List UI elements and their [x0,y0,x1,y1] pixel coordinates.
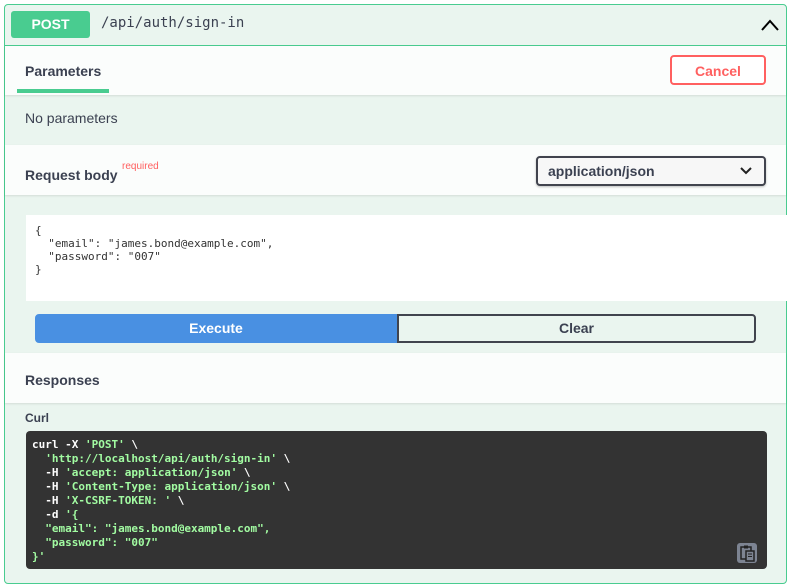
cancel-button[interactable]: Cancel [670,55,766,85]
content-type-value: application/json [548,163,655,179]
no-parameters-text: No parameters [25,110,118,126]
curl-token: \ [237,466,251,479]
curl-token: -H [32,480,66,493]
chevron-down-icon [740,167,752,175]
curl-token: -H [32,466,66,479]
responses-header: Responses [5,353,786,403]
operation-path: /api/auth/sign-in [101,15,245,31]
curl-token: \ [124,438,138,451]
curl-token: curl -X [32,438,85,451]
curl-code: curl -X 'POST' \ 'http://localhost/api/a… [32,438,290,564]
clipboard-icon[interactable] [737,543,757,563]
curl-label: Curl [25,411,49,425]
curl-token: 'Content-Type: application/json' [65,480,278,493]
request-body-header: Request body required application/json [5,145,786,195]
curl-token: "password": "007" [32,536,158,549]
required-marker: required [122,161,159,172]
content-type-select[interactable]: application/json [536,156,766,186]
active-tab-indicator [17,89,109,93]
body-line: } [35,263,42,276]
curl-token: -d [32,508,66,521]
curl-token: -H [32,494,66,507]
curl-token: '{ [65,508,79,521]
tab-parameters[interactable]: Parameters [25,63,101,79]
curl-token [32,452,45,465]
execute-button[interactable]: Execute [35,314,397,343]
responses-title: Responses [25,372,100,388]
body-line: "email": "james.bond@example.com", [35,237,274,250]
operation-block: POST /api/auth/sign-in Parameters Cancel… [4,4,791,584]
body-line: "password": "007" [35,250,161,263]
request-body-title: Request body [25,167,118,183]
method-badge: POST [11,11,90,38]
operation-summary[interactable]: POST /api/auth/sign-in [5,5,786,46]
curl-token: \ [171,494,185,507]
curl-token: }' [32,550,46,563]
parameters-header: Parameters Cancel [5,46,786,95]
chevron-up-icon[interactable] [760,17,780,33]
request-body-code: { "email": "james.bond@example.com", "pa… [35,224,273,276]
curl-token: 'X-CSRF-TOKEN: ' [65,494,172,507]
curl-token: 'POST' [84,438,125,451]
curl-token: 'http://localhost/api/auth/sign-in' [45,452,278,465]
body-line: { [35,224,42,237]
clear-button[interactable]: Clear [397,314,756,343]
curl-code-block: curl -X 'POST' \ 'http://localhost/api/a… [26,431,767,569]
request-body-editor[interactable]: { "email": "james.bond@example.com", "pa… [26,215,791,301]
curl-token: \ [277,452,291,465]
curl-token: "email": "james.bond@example.com", [32,522,271,535]
curl-token: 'accept: application/json' [65,466,238,479]
curl-token: \ [277,480,291,493]
